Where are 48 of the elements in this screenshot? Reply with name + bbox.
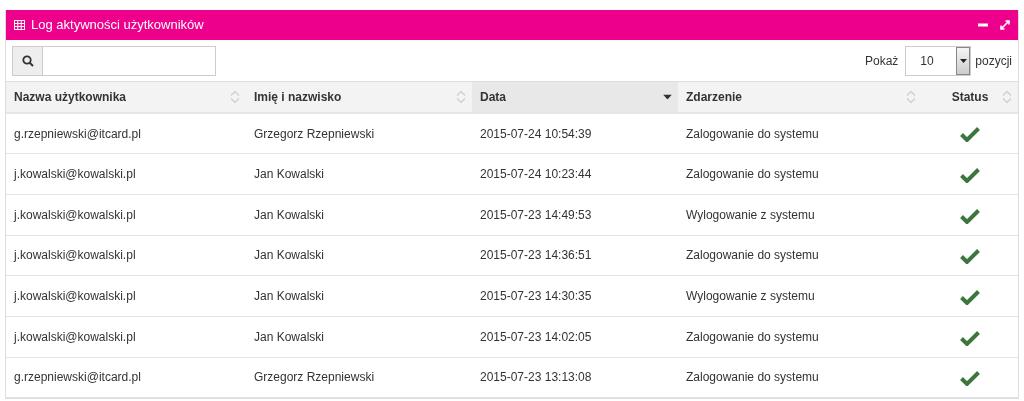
table-cell: Jan Kowalski	[254, 289, 325, 304]
table-cell: j.kowalski@kowalski.pl	[14, 289, 136, 304]
column-header[interactable]: Nazwa użytkownika	[6, 82, 246, 113]
table-cell: 2015-07-24 10:23:44	[480, 167, 592, 182]
table-cell: 2015-07-23 14:49:53	[480, 207, 592, 222]
minimize-icon[interactable]	[978, 23, 988, 27]
sort-icon	[906, 90, 916, 104]
column-header[interactable]: Zdarzenie	[678, 82, 922, 113]
sort-icon	[456, 90, 466, 104]
table-cell: j.kowalski@kowalski.pl	[14, 207, 136, 222]
table-cell: Zalogowanie do systemu	[686, 329, 819, 344]
table-cell: Zalogowanie do systemu	[686, 126, 819, 141]
table-cell: Jan Kowalski	[254, 167, 325, 182]
table-cell: Jan Kowalski	[254, 207, 325, 222]
table-cell: g.rzepniewski@itcard.pl	[14, 370, 141, 385]
show-label: Pokaż	[864, 52, 899, 70]
table-cell: Grzegorz Rzepniewski	[254, 126, 375, 141]
table-cell: j.kowalski@kowalski.pl	[14, 329, 136, 344]
panel-title: Log aktywności użytkowników	[31, 16, 204, 35]
table-cell: j.kowalski@kowalski.pl	[14, 248, 136, 263]
expand-icon[interactable]	[1000, 20, 1010, 30]
column-header[interactable]: Imię i nazwisko	[246, 82, 472, 113]
table-cell: 2015-07-24 10:54:39	[480, 126, 592, 141]
table-cell: Wylogowanie z systemu	[686, 289, 815, 304]
sort-icon	[230, 90, 240, 104]
table-icon	[14, 20, 25, 30]
entries-label: pozycji	[975, 52, 1012, 70]
table-cell: j.kowalski@kowalski.pl	[14, 167, 136, 182]
table-cell: g.rzepniewski@itcard.pl	[14, 126, 141, 141]
search-field[interactable]	[12, 45, 216, 76]
table-cell: 2015-07-23 14:02:05	[480, 329, 592, 344]
table-cell: Jan Kowalski	[254, 329, 325, 344]
column-header[interactable]: Data	[472, 82, 678, 113]
sort-descending-icon	[663, 94, 672, 100]
table-cell: 2015-07-23 14:36:51	[480, 248, 592, 263]
table-cell: Grzegorz Rzepniewski	[254, 370, 375, 385]
column-header[interactable]: Status	[922, 82, 1018, 113]
search-icon	[21, 54, 34, 67]
table-cell: 2015-07-23 14:30:35	[480, 289, 592, 304]
table-cell: Zalogowanie do systemu	[686, 167, 819, 182]
sort-icon	[1002, 90, 1012, 104]
table-cell: Zalogowanie do systemu	[686, 370, 819, 385]
caret-icon	[959, 58, 967, 63]
table-cell: Jan Kowalski	[254, 248, 325, 263]
table-cell: Wylogowanie z systemu	[686, 207, 815, 222]
table-cell: 2015-07-23 13:13:08	[480, 370, 592, 385]
page-size-select[interactable]: 10	[905, 45, 972, 76]
table-cell: Zalogowanie do systemu	[686, 248, 819, 263]
